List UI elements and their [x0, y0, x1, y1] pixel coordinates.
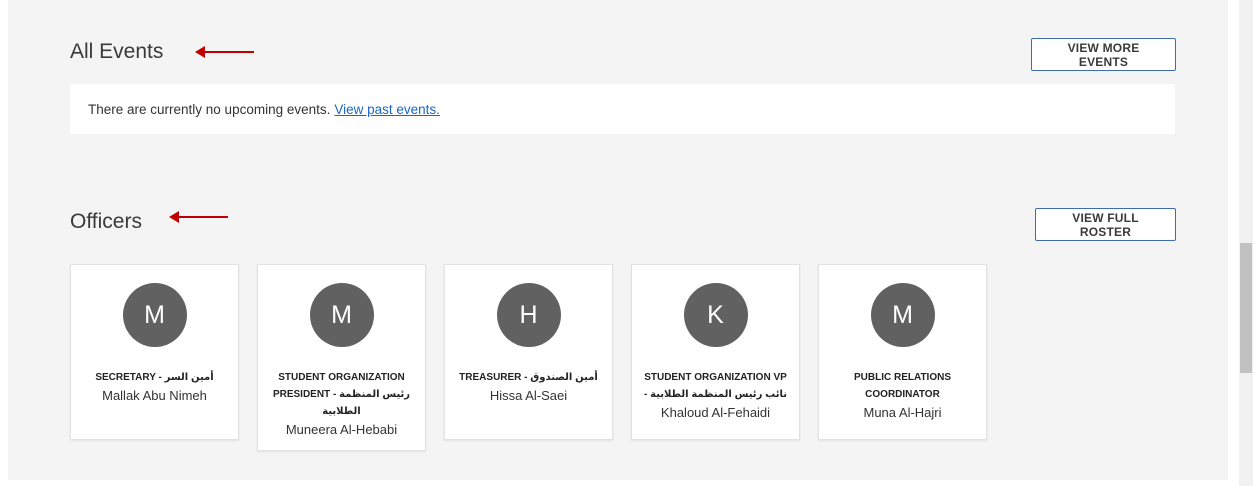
officer-name: Khaloud Al-Fehaidi — [660, 405, 771, 420]
officer-name: Hissa Al-Saei — [489, 388, 568, 403]
scrollbar-thumb[interactable] — [1240, 243, 1252, 373]
officers-section-title: Officers — [70, 210, 142, 233]
officer-role: SECRETARY - أمين السر — [95, 372, 214, 383]
events-section-title: All Events — [70, 40, 164, 63]
view-past-events-link[interactable]: View past events. — [334, 102, 440, 117]
view-full-roster-button[interactable]: VIEW FULL ROSTER — [1035, 208, 1176, 241]
officer-name: Muneera Al-Hebabi — [285, 422, 398, 437]
annotation-arrow-icon — [169, 211, 228, 223]
no-events-text: There are currently no upcoming events. — [88, 101, 331, 117]
officer-name: Mallak Abu Nimeh — [102, 388, 207, 403]
officer-card[interactable]: H TREASURER - أمين الصندوق Hissa Al-Saei — [444, 264, 613, 440]
officer-card[interactable]: M PUBLIC RELATIONS COORDINATOR Muna Al-H… — [818, 264, 987, 440]
view-more-events-button[interactable]: VIEW MORE EVENTS — [1031, 38, 1176, 71]
officer-role: STUDENT ORGANIZATION PRESIDENT - رئيس ال… — [272, 372, 411, 417]
officer-card[interactable]: K STUDENT ORGANIZATION VP - نائب رئيس ال… — [631, 264, 800, 440]
avatar: K — [683, 283, 748, 347]
officer-card[interactable]: M STUDENT ORGANIZATION PRESIDENT - رئيس … — [257, 264, 426, 451]
avatar: M — [309, 283, 374, 347]
officer-role: TREASURER - أمين الصندوق — [459, 372, 598, 383]
officer-role: PUBLIC RELATIONS COORDINATOR — [853, 372, 952, 400]
avatar: H — [496, 283, 561, 347]
vertical-scrollbar[interactable] — [1239, 0, 1253, 486]
events-empty-box: There are currently no upcoming events. … — [70, 84, 1175, 134]
officer-role: STUDENT ORGANIZATION VP - نائب رئيس المن… — [644, 372, 787, 400]
officer-card[interactable]: M SECRETARY - أمين السر Mallak Abu Nimeh — [70, 264, 239, 440]
officer-name: Muna Al-Hajri — [863, 405, 942, 420]
avatar: M — [122, 283, 187, 347]
annotation-arrow-icon — [195, 46, 254, 58]
avatar: M — [870, 283, 935, 347]
